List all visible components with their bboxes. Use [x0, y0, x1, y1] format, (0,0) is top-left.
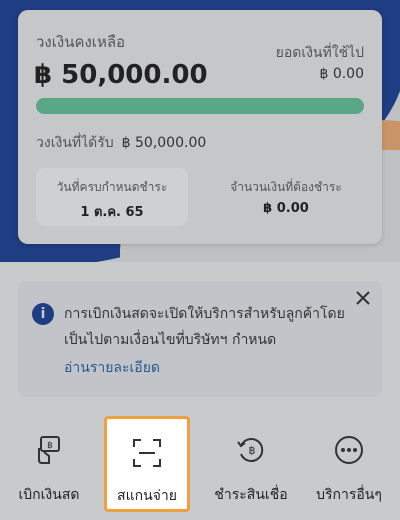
due-date-label: วันที่ครบกำหนดชำระ	[56, 180, 168, 194]
cash-withdraw-button[interactable]: ฿ เบิกเงินสด	[4, 412, 94, 512]
due-amount-value: ฿ 0.00	[263, 201, 309, 216]
credit-remaining-amount: ฿ 50,000.00	[34, 60, 208, 90]
loan-payment-label: ชำระสินเชื่อ	[214, 487, 288, 503]
credit-progress-bar	[36, 98, 364, 114]
svg-text:฿: ฿	[47, 441, 53, 451]
more-icon	[335, 436, 363, 464]
due-amount-label: จำนวนเงินที่ต้องชำระ	[230, 180, 342, 194]
notice-text: การเบิกเงินสดจะเปิดให้บริการสำหรับลูกค้า…	[64, 306, 345, 348]
quick-actions: ฿ เบิกเงินสด สแกนจ่าย ฿ ชำระสินเชื่อ บริ…	[0, 412, 400, 520]
read-more-link[interactable]: อ่านรายละเอียด	[64, 357, 160, 379]
more-services-label: บริการอื่นๆ	[316, 487, 382, 503]
received-credit-label: วงเงินที่ได้รับ	[36, 135, 114, 151]
received-credit-value: ฿ 50,000.00	[121, 135, 207, 151]
notice-banner: i การเบิกเงินสดจะเปิดให้บริการสำหรับลูกค…	[18, 281, 382, 397]
loan-payment-icon: ฿	[237, 438, 264, 462]
cash-withdraw-icon: ฿	[38, 436, 60, 464]
more-services-button[interactable]: บริการอื่นๆ	[304, 412, 394, 512]
cash-withdraw-label: เบิกเงินสด	[18, 487, 80, 503]
info-icon: i	[32, 303, 54, 325]
scan-pay-label: สแกนจ่าย	[117, 488, 177, 504]
scan-icon	[133, 439, 161, 467]
received-credit: วงเงินที่ได้รับ ฿ 50,000.00	[36, 132, 206, 154]
used-amount-label: ยอดเงินที่ใช้ไป	[275, 45, 364, 61]
credit-remaining-label: วงเงินคงเหลือ	[36, 33, 126, 51]
scan-pay-button[interactable]: สแกนจ่าย	[104, 416, 190, 512]
loan-payment-button[interactable]: ฿ ชำระสินเชื่อ	[206, 412, 296, 512]
due-date-value: 1 ต.ค. 65	[80, 205, 144, 220]
due-amount-box: จำนวนเงินที่ต้องชำระ ฿ 0.00	[208, 168, 364, 226]
credit-card: วงเงินคงเหลือ ฿ 50,000.00 ยอดเงินที่ใช้ไ…	[18, 10, 382, 244]
used-amount-value: ฿ 0.00	[319, 66, 364, 82]
close-icon[interactable]	[354, 289, 372, 307]
due-date-box: วันที่ครบกำหนดชำระ 1 ต.ค. 65	[36, 168, 188, 226]
svg-text:฿: ฿	[249, 444, 256, 457]
